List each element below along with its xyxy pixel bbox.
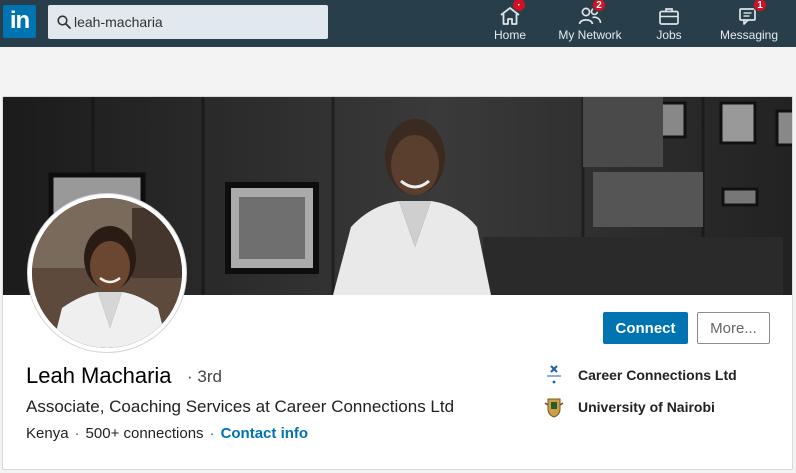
nav-jobs[interactable]: Jobs xyxy=(645,0,693,47)
profile-location: Kenya xyxy=(26,425,69,442)
nav-my-network[interactable]: 2 My Network xyxy=(552,0,628,47)
nav-jobs-label: Jobs xyxy=(656,28,682,42)
career-connections-name: Career Connections Ltd xyxy=(578,367,737,383)
nav-home[interactable]: · Home xyxy=(482,0,538,47)
connect-button[interactable]: Connect xyxy=(603,312,688,344)
network-badge: 2 xyxy=(592,0,606,12)
nav-messaging[interactable]: 1 Messaging xyxy=(716,0,782,47)
search-input[interactable] xyxy=(74,5,324,39)
nav-home-label: Home xyxy=(493,28,526,42)
search-bar[interactable] xyxy=(48,5,328,39)
top-nav: in · Home 2 My Network J xyxy=(0,0,796,47)
profile-name: Leah Macharia xyxy=(26,363,172,388)
connection-degree: · 3rd xyxy=(187,367,222,386)
career-connections-logo xyxy=(543,363,565,387)
profile-photo[interactable] xyxy=(32,198,182,348)
home-badge: · xyxy=(512,0,526,12)
profile-photo-frame xyxy=(27,193,187,353)
meta-separator: · xyxy=(74,425,80,442)
profile-meta: Kenya · 500+ connections · Contact info xyxy=(26,425,308,442)
university-name: University of Nairobi xyxy=(578,399,715,415)
more-button[interactable]: More... xyxy=(697,312,770,344)
nav-my-network-label: My Network xyxy=(558,28,622,42)
meta-separator: · xyxy=(209,425,215,442)
linkedin-logo[interactable]: in xyxy=(3,5,36,38)
university-crest-logo xyxy=(543,395,565,419)
logo-text: in xyxy=(9,7,30,34)
search-icon xyxy=(57,15,71,29)
briefcase-icon xyxy=(659,8,679,25)
profile-card: Connect More... Leah Macharia · 3rd Asso… xyxy=(2,96,793,470)
nav-messaging-label: Messaging xyxy=(719,28,779,42)
messaging-badge: 1 xyxy=(753,0,767,12)
connections-count: 500+ connections xyxy=(85,425,204,442)
profile-photo-illustration xyxy=(32,198,182,348)
profile-headline: Associate, Coaching Services at Career C… xyxy=(26,397,455,416)
contact-info-link[interactable]: Contact info xyxy=(221,425,309,442)
